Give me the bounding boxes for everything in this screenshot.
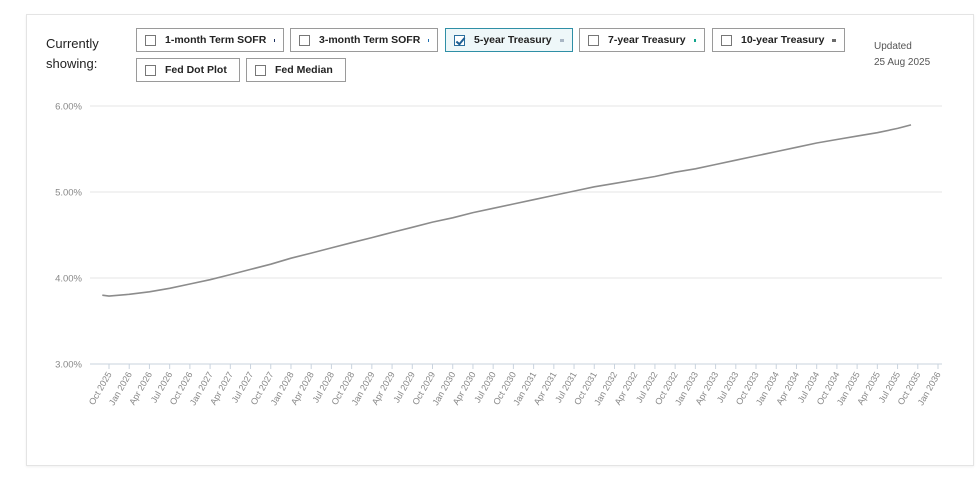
y-tick-label: 6.00% bbox=[55, 102, 82, 113]
y-tick-label: 4.00% bbox=[55, 274, 82, 285]
yield-chart: 3.00%4.00%5.00%6.00%Oct 2025Jan 2026Apr … bbox=[55, 102, 943, 408]
series-line-5-year-treasury bbox=[102, 124, 912, 297]
y-tick-label: 3.00% bbox=[55, 360, 82, 371]
y-tick-label: 5.00% bbox=[55, 188, 82, 199]
